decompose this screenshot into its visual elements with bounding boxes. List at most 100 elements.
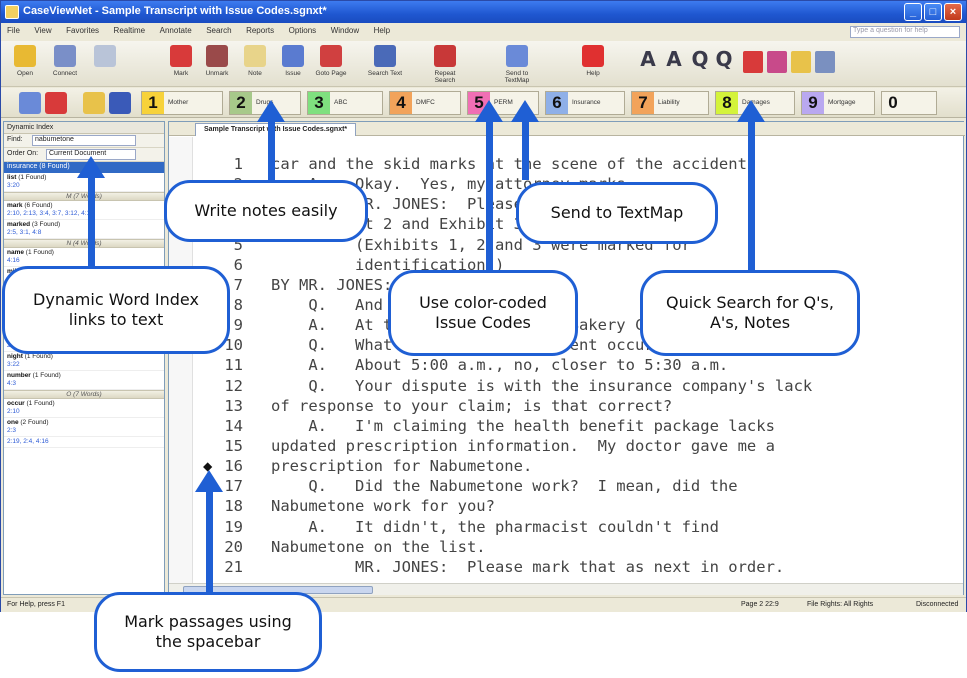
annotation-tool-icon[interactable] [767, 51, 787, 73]
index-page-line-link[interactable]: 4:16 [7, 257, 161, 265]
line-text: Nabumetone on the list. [271, 537, 486, 556]
index-word-entry[interactable]: one (2 Found) 2:3 [4, 418, 164, 437]
annotation-tool-icon[interactable] [743, 51, 763, 73]
check-button[interactable] [85, 43, 125, 85]
transcript-line[interactable]: 13 of response to your claim; is that cor… [195, 397, 965, 417]
mark-icon [170, 45, 192, 67]
minimize-button[interactable]: _ [904, 3, 922, 21]
index-word-entry[interactable]: name (1 Found) 4:16 [4, 248, 164, 267]
issue-code-0[interactable]: 0 [881, 91, 937, 115]
index-page-line-link[interactable]: 2:10 [7, 408, 161, 416]
unmark-button[interactable]: Unmark [197, 43, 237, 85]
menu-options[interactable]: Options [283, 24, 323, 35]
issue-code-number: 9 [802, 92, 824, 114]
index-word-entry[interactable]: marked (3 Found) 2:5, 3:1, 4:8 [4, 220, 164, 239]
transcript-line[interactable]: 11 A. About 5:00 a.m., no, closer to 5:3… [195, 356, 965, 376]
maximize-button[interactable]: □ [924, 3, 942, 21]
issue-code-7[interactable]: 7 Liability [631, 91, 709, 115]
line-text: car and the skid marks at the scene of t… [271, 155, 757, 173]
textmap-arrowhead [511, 100, 539, 122]
note-button[interactable]: Note [235, 43, 275, 85]
toolbar-button-label: Note [248, 70, 262, 77]
annotation-tool-icon[interactable] [791, 51, 811, 73]
index-page-line-link[interactable]: 2:10, 2:13, 3:4, 3:7, 3:12, 4:11 [7, 210, 161, 218]
quick-search-q-button[interactable]: Q [713, 47, 735, 77]
annotation-tool-icon[interactable] [815, 51, 835, 73]
send-to-textmap-button[interactable]: Send to TextMap [497, 43, 537, 85]
quick-search-a-button[interactable]: A [663, 47, 685, 77]
menu-search[interactable]: Search [200, 24, 237, 35]
goto-page-button[interactable]: Goto Page [311, 43, 351, 85]
issue-code-3[interactable]: 3 ABC [307, 91, 383, 115]
quick-search-q-button[interactable]: Q [689, 47, 711, 77]
transcript-line[interactable]: 6 identification.) [195, 256, 965, 276]
line-text: Q. Did the Nabumetone work? I mean, did … [271, 477, 738, 496]
index-word-entry[interactable]: occur (1 Found) 2:10 [4, 399, 164, 418]
repeat-search-button[interactable]: Repeat Search [425, 43, 465, 85]
transcript-line[interactable]: 1 car and the skid marks at the scene of … [195, 155, 965, 175]
menu-view[interactable]: View [28, 24, 57, 35]
issue-code-4[interactable]: 4 DMFC [389, 91, 461, 115]
search-text-button[interactable]: Search Text [365, 43, 405, 85]
menu-favorites[interactable]: Favorites [60, 24, 105, 35]
transcript-line[interactable]: 15 updated prescription information. My d… [195, 437, 965, 457]
toolbar-button-label: Unmark [205, 70, 229, 77]
mark-callout: Mark passages using the spacebar [94, 592, 322, 672]
menu-file[interactable]: File [1, 24, 26, 35]
line-text: of response to your claim; is that corre… [271, 396, 673, 415]
quick-search-a-button[interactable]: A [637, 47, 659, 77]
document-tab[interactable]: Sample Transcript with Issue Codes.sgnxt… [195, 123, 357, 136]
flag-icon[interactable] [45, 92, 67, 114]
open-button[interactable]: Open [5, 43, 45, 85]
issue-icon [282, 45, 304, 67]
index-word-count: (3 Found) [30, 221, 61, 228]
transcript-line[interactable]: 17 Q. Did the Nabumetone work? I mean, d… [195, 477, 965, 497]
document-tab-strip: Sample Transcript with Issue Codes.sgnxt… [169, 122, 965, 136]
transcript-line[interactable]: 14 A. I'm claiming the health benefit pa… [195, 417, 965, 437]
transcript-line[interactable]: 20 Nabumetone on the list. [195, 538, 965, 558]
issues-arrow [486, 116, 493, 270]
index-word-count: (1 Found) [16, 174, 47, 181]
notes-arrowhead [257, 100, 285, 122]
dynamic-index-panel: Dynamic Index Find: nabumetone Order On:… [3, 121, 165, 595]
title-bar[interactable]: CaseViewNet - Sample Transcript with Iss… [1, 1, 966, 23]
transcript-line[interactable]: 19 A. It didn't, the pharmacist couldn't… [195, 518, 965, 538]
index-word-entry[interactable]: mark (6 Found) 2:10, 2:13, 3:4, 3:7, 3:12… [4, 201, 164, 220]
issue-tool-icon[interactable] [19, 92, 41, 114]
menu-help[interactable]: Help [368, 24, 396, 35]
transcript-line[interactable]: ◆ 16 prescription for Nabumetone. [195, 457, 965, 477]
pen-icon[interactable] [109, 92, 131, 114]
index-page-line-link[interactable]: 2:5, 3:1, 4:8 [7, 229, 161, 237]
connect-button[interactable]: Connect [45, 43, 85, 85]
highlight-icon[interactable] [83, 92, 105, 114]
quick-search-arrow [748, 116, 755, 270]
issue-button[interactable]: Issue [273, 43, 313, 85]
issue-code-6[interactable]: 6 Insurance [545, 91, 625, 115]
menu-realtime[interactable]: Realtime [108, 24, 152, 35]
issue-code-1[interactable]: 1 Mother [141, 91, 223, 115]
help-question-input[interactable]: Type a question for help [850, 26, 960, 38]
menu-annotate[interactable]: Annotate [154, 24, 198, 35]
find-input[interactable]: nabumetone [32, 135, 136, 146]
index-page-line-link[interactable]: 2:19, 2:4, 4:16 [7, 438, 161, 446]
index-page-line-link[interactable]: 3:20 [7, 182, 161, 190]
issue-code-9[interactable]: 9 Mortgage [801, 91, 875, 115]
help-button[interactable]: Help [573, 43, 613, 85]
index-page-line-link[interactable]: 3:22 [7, 361, 161, 369]
index-word-entry[interactable]: 2:19, 2:4, 4:16 [4, 437, 164, 448]
transcript-line[interactable]: 21 MR. JONES: Please mark that as next i… [195, 558, 965, 578]
index-word-entry[interactable]: night (1 Found) 3:22 [4, 352, 164, 371]
index-word: occur [7, 400, 25, 407]
close-button[interactable]: × [944, 3, 962, 21]
index-word-entry[interactable]: number (1 Found) 4:3 [4, 371, 164, 390]
menu-window[interactable]: Window [325, 24, 365, 35]
menu-reports[interactable]: Reports [240, 24, 280, 35]
mark-arrow [206, 488, 213, 592]
mark-button[interactable]: Mark [161, 43, 201, 85]
transcript-line[interactable]: 12 Q. Your dispute is with the insurance… [195, 377, 965, 397]
index-page-line-link[interactable]: 2:3 [7, 427, 161, 435]
index-page-line-link[interactable]: 4:3 [7, 380, 161, 388]
order-label: Order On: [7, 150, 39, 157]
transcript-line[interactable]: 18 Nabumetone work for you? [195, 497, 965, 517]
index-word-count: (1 Found) [24, 400, 55, 407]
